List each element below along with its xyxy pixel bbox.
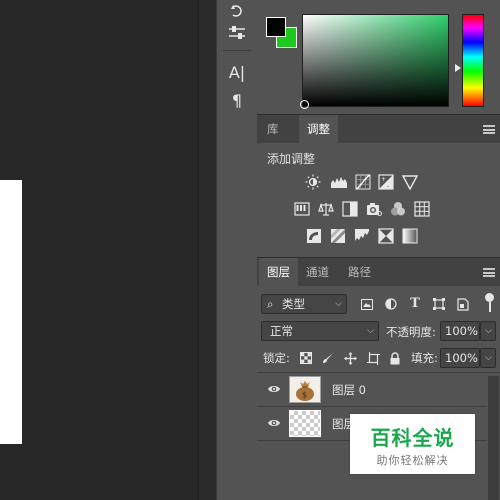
lock-position-icon[interactable]: [343, 351, 357, 365]
lock-image-pixels-icon[interactable]: [321, 351, 335, 365]
layer-thumbnail-transparent: [289, 410, 321, 437]
lock-artboard-icon[interactable]: [366, 351, 380, 365]
smart-object-filter-icon[interactable]: [456, 297, 470, 311]
layer-thumbnail: $: [289, 376, 321, 403]
tab-channels[interactable]: 通道: [298, 258, 337, 286]
panel-menu-icon[interactable]: [483, 125, 495, 134]
opacity-input[interactable]: 100%: [440, 321, 480, 341]
fill-label: 填充:: [411, 351, 438, 365]
chevron-down-icon: ⌵: [485, 353, 492, 363]
gradient-map-icon[interactable]: [402, 228, 418, 244]
chevron-down-icon: ⌵: [367, 326, 374, 336]
tab-layers[interactable]: 图层: [259, 258, 298, 286]
adjustment-layer-filter-icon[interactable]: [384, 297, 398, 311]
layers-tab-bar: 图层 通道 路径: [257, 257, 500, 286]
fill-value: 100%: [445, 351, 478, 365]
exposure-icon[interactable]: + -: [378, 174, 394, 190]
layers-scrollbar[interactable]: [488, 376, 499, 500]
document-canvas-area[interactable]: [0, 0, 198, 500]
opacity-label: 不透明度:: [386, 325, 436, 339]
tab-library[interactable]: 库: [259, 115, 287, 143]
visibility-eye-icon[interactable]: [267, 383, 281, 395]
blend-mode-select[interactable]: 正常 ⌵: [261, 321, 379, 341]
levels-icon[interactable]: [330, 174, 348, 190]
layer-filter-kind-select[interactable]: ⌕ 类型 ⌵: [261, 294, 347, 314]
foreground-color-swatch[interactable]: [266, 17, 286, 37]
svg-text:+: +: [381, 176, 386, 183]
canvas-scroll-strip: [198, 0, 216, 500]
opacity-dropdown[interactable]: ⌵: [480, 321, 496, 341]
curves-icon[interactable]: [355, 174, 371, 190]
lock-label: 锁定:: [263, 351, 290, 365]
svg-text:$: $: [302, 391, 307, 400]
layers-panel-menu-icon[interactable]: [483, 268, 495, 277]
photo-filter-icon[interactable]: [366, 201, 382, 217]
toolbar-separator: [223, 50, 251, 51]
money-bag-icon: $: [296, 381, 314, 401]
chevron-down-icon: ⌵: [335, 299, 342, 309]
blend-mode-value: 正常: [270, 324, 293, 338]
hue-slider-arrow[interactable]: [455, 64, 461, 72]
panel-icon-toolbar: A| ¶: [216, 0, 258, 500]
adjustments-tab-bar: 库 调整: [257, 114, 500, 143]
adjustments-title: 添加调整: [267, 152, 316, 166]
watermark-subtitle: 助你轻松解决: [376, 454, 449, 467]
channel-mixer-icon[interactable]: [390, 201, 406, 217]
visibility-eye-icon[interactable]: [267, 417, 281, 429]
character-icon[interactable]: A|: [225, 61, 249, 83]
layer-row[interactable]: $ 图层 0: [257, 373, 487, 407]
svg-text:-: -: [387, 183, 389, 190]
fill-dropdown[interactable]: ⌵: [480, 348, 496, 368]
color-picker-field[interactable]: [302, 14, 449, 107]
layer-name[interactable]: 图层 0: [332, 382, 366, 398]
pixel-layer-filter-icon[interactable]: [360, 297, 374, 311]
color-picker-cursor[interactable]: [300, 100, 309, 109]
color-lookup-icon[interactable]: [414, 201, 430, 217]
watermark-title: 百科全说: [370, 426, 455, 450]
fill-input[interactable]: 100%: [440, 348, 480, 368]
lock-transparent-pixels-icon[interactable]: [299, 351, 313, 365]
search-icon: ⌕: [267, 297, 274, 311]
paragraph-icon[interactable]: ¶: [225, 89, 249, 111]
tab-paths[interactable]: 路径: [340, 258, 379, 286]
properties-sliders-icon[interactable]: [225, 22, 249, 44]
document-canvas[interactable]: [0, 180, 22, 444]
hue-slider[interactable]: [462, 14, 484, 107]
type-layer-filter-icon[interactable]: T: [408, 296, 422, 311]
selective-color-icon[interactable]: [378, 228, 394, 244]
invert-icon[interactable]: [306, 228, 322, 244]
posterize-icon[interactable]: [330, 228, 346, 244]
threshold-icon[interactable]: [354, 228, 370, 244]
filter-toggle-stem: [489, 302, 491, 312]
filter-toggle-switch[interactable]: [485, 293, 494, 302]
layer-filter-kind-value: 类型: [282, 297, 305, 311]
chevron-down-icon: ⌵: [485, 326, 492, 336]
history-icon[interactable]: [225, 0, 249, 22]
color-balance-icon[interactable]: [318, 201, 334, 217]
brightness-contrast-icon[interactable]: [305, 174, 321, 190]
watermark-badge: 百科全说 助你轻松解决: [350, 414, 475, 474]
tab-adjustments[interactable]: 调整: [299, 115, 338, 143]
hue-saturation-icon[interactable]: [294, 201, 310, 217]
opacity-value: 100%: [445, 324, 478, 338]
black-white-icon[interactable]: [342, 201, 358, 217]
lock-all-icon[interactable]: [388, 351, 402, 365]
vibrance-icon[interactable]: [402, 174, 418, 190]
shape-layer-filter-icon[interactable]: [432, 297, 446, 311]
